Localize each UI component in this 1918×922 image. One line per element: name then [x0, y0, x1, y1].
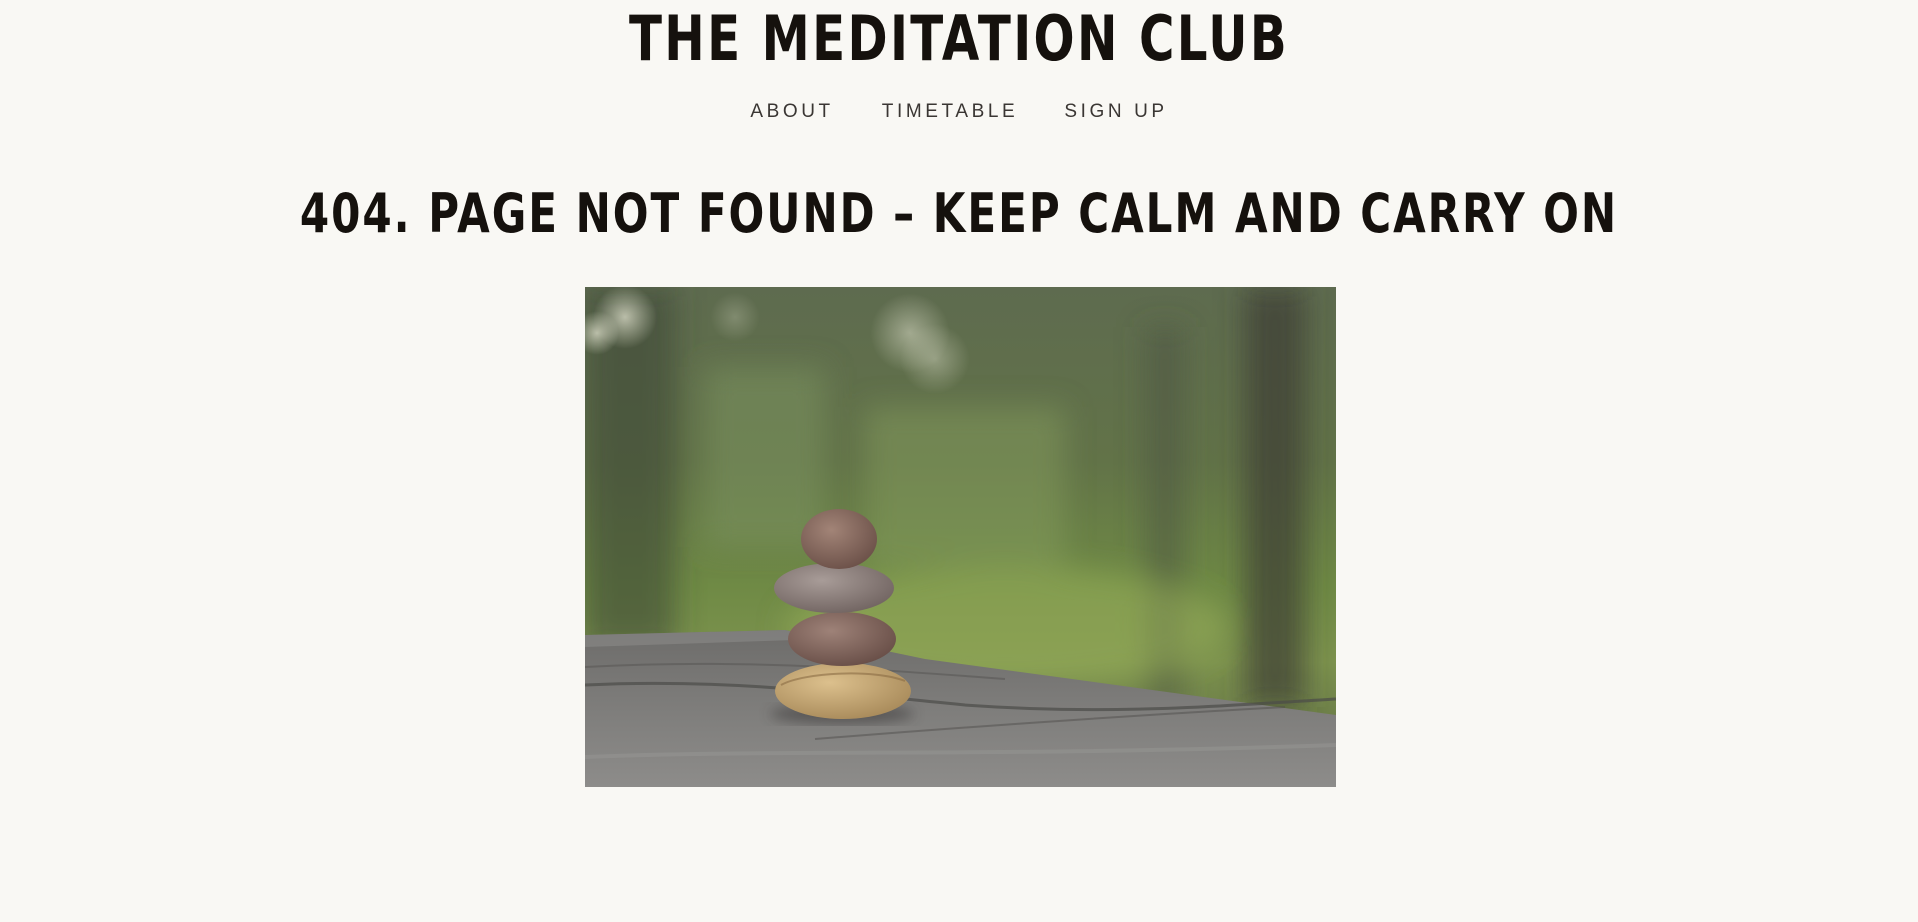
nav-link-timetable[interactable]: TIMETABLE [882, 97, 1019, 127]
site-title[interactable]: THE MEDITATION CLUB [211, 0, 1707, 78]
nav-link-sign-up[interactable]: SIGN UP [1064, 97, 1167, 127]
page: THE MEDITATION CLUB ABOUT TIMETABLE SIGN… [0, 0, 1918, 922]
main-nav: ABOUT TIMETABLE SIGN UP [0, 97, 1918, 127]
hero-image [585, 287, 1336, 787]
page-heading: 404. PAGE NOT FOUND – KEEP CALM AND CARR… [299, 182, 1619, 245]
nav-link-about[interactable]: ABOUT [750, 97, 833, 127]
